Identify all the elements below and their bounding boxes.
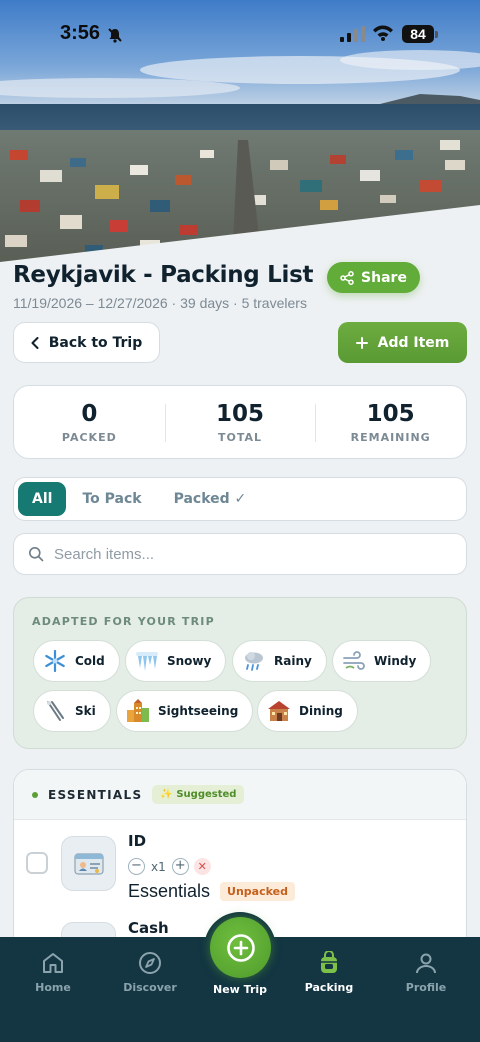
chip-label: Ski bbox=[75, 704, 96, 718]
buildings-icon bbox=[125, 698, 151, 724]
chip-label: Rainy bbox=[274, 654, 312, 668]
status-badge: Unpacked bbox=[220, 882, 295, 901]
chip-dining[interactable]: Dining bbox=[257, 690, 358, 732]
nav-home[interactable]: Home bbox=[8, 951, 98, 994]
tab-packed[interactable]: Packed ✓ bbox=[158, 482, 263, 516]
stat-value: 105 bbox=[216, 400, 265, 427]
chip-label: Windy bbox=[374, 654, 417, 668]
stat-value: 105 bbox=[366, 400, 415, 427]
status-bar: 3:56 84 bbox=[0, 0, 480, 70]
increment-button[interactable]: + bbox=[171, 858, 189, 875]
title-row: Reykjavik - Packing List bbox=[13, 262, 313, 288]
tab-to-pack[interactable]: To Pack bbox=[66, 482, 157, 516]
chip-label: Dining bbox=[299, 704, 343, 718]
category-name: ESSENTIALS bbox=[48, 787, 143, 802]
chip-rainy[interactable]: Rainy bbox=[232, 640, 327, 682]
quantity-stepper: − x1 + ✕ bbox=[128, 858, 211, 875]
chip-cold[interactable]: Cold bbox=[33, 640, 120, 682]
search-icon bbox=[29, 547, 44, 562]
search-bar bbox=[13, 533, 467, 575]
packing-stats: 0 PACKED 105 TOTAL 105 REMAINING bbox=[13, 385, 467, 459]
adapted-for-trip-panel: ADAPTED FOR YOUR TRIP Cold Snowy Rainy W… bbox=[13, 597, 467, 749]
status-time: 3:56 bbox=[60, 22, 101, 44]
chip-label: Cold bbox=[75, 654, 105, 668]
add-item-button[interactable]: Add Item bbox=[338, 322, 467, 363]
adapted-title: ADAPTED FOR YOUR TRIP bbox=[32, 615, 215, 628]
item-name: Cash bbox=[128, 919, 169, 937]
person-icon bbox=[416, 953, 436, 974]
home-icon bbox=[43, 953, 63, 973]
page-title: Reykjavik - Packing List bbox=[13, 262, 314, 288]
chip-sightseeing[interactable]: Sightseeing bbox=[116, 690, 254, 732]
trip-subtitle: 11/19/2026 – 12/27/2026 · 39 days · 5 tr… bbox=[13, 295, 307, 311]
stat-value: 0 bbox=[81, 400, 98, 427]
wind-icon bbox=[341, 648, 367, 674]
restaurant-icon bbox=[266, 698, 292, 724]
nav-discover[interactable]: Discover bbox=[105, 951, 195, 994]
nav-packing[interactable]: Packing bbox=[284, 951, 374, 994]
search-input[interactable] bbox=[54, 545, 466, 563]
suggested-badge: ✨ Suggested bbox=[152, 785, 245, 804]
share-icon bbox=[340, 270, 354, 285]
stat-total: 105 TOTAL bbox=[164, 386, 316, 458]
rain-cloud-icon bbox=[241, 648, 267, 674]
filter-tabs: All To Pack Packed ✓ bbox=[13, 477, 467, 521]
chip-snowy[interactable]: Snowy bbox=[125, 640, 227, 682]
stat-label: TOTAL bbox=[217, 430, 263, 444]
nav-profile[interactable]: Profile bbox=[381, 951, 471, 994]
new-trip-label: New Trip bbox=[212, 983, 268, 996]
plus-circle-icon bbox=[226, 933, 255, 962]
chevron-left-icon bbox=[31, 336, 39, 349]
item-name: ID bbox=[128, 832, 147, 850]
stat-packed: 0 PACKED bbox=[14, 386, 165, 458]
chip-windy[interactable]: Windy bbox=[332, 640, 432, 682]
battery-nub bbox=[435, 31, 438, 38]
battery-indicator: 84 bbox=[402, 25, 434, 43]
back-label: Back to Trip bbox=[48, 334, 143, 351]
remove-item-button[interactable]: ✕ bbox=[193, 858, 211, 875]
stat-label: REMAINING bbox=[350, 430, 431, 444]
item-checkbox[interactable] bbox=[26, 852, 48, 874]
nav-label: Profile bbox=[405, 981, 447, 994]
list-item: ID − x1 + ✕ Essentials Unpacked bbox=[14, 820, 466, 910]
snowflake-icon bbox=[42, 648, 68, 674]
chip-ski[interactable]: Ski bbox=[33, 690, 111, 732]
signal-icon bbox=[340, 26, 365, 42]
item-category-row: Essentials Unpacked bbox=[128, 881, 295, 902]
wifi-icon bbox=[373, 25, 393, 41]
compass-icon bbox=[139, 952, 161, 974]
back-to-trip-button[interactable]: Back to Trip bbox=[13, 322, 160, 363]
bell-off-icon bbox=[108, 28, 122, 43]
stat-remaining: 105 REMAINING bbox=[315, 386, 466, 458]
new-trip-button[interactable] bbox=[210, 917, 271, 978]
nav-label: Discover bbox=[123, 981, 177, 994]
share-button[interactable]: Share bbox=[327, 262, 420, 293]
backpack-icon bbox=[321, 951, 337, 973]
ski-icon bbox=[42, 698, 68, 724]
share-label: Share bbox=[361, 269, 407, 286]
category-dot bbox=[32, 791, 38, 798]
plus-icon bbox=[355, 336, 368, 349]
chip-label: Sightseeing bbox=[158, 704, 239, 718]
quantity-value: x1 bbox=[151, 859, 166, 874]
tab-all[interactable]: All bbox=[18, 482, 67, 516]
category-header[interactable]: ESSENTIALS ✨ Suggested bbox=[14, 770, 466, 820]
add-label: Add Item bbox=[377, 334, 450, 351]
decrement-button[interactable]: − bbox=[128, 858, 145, 875]
nav-label: Packing bbox=[304, 981, 354, 994]
item-category: Essentials bbox=[128, 881, 211, 901]
nav-label: Home bbox=[35, 981, 71, 994]
icicles-icon bbox=[134, 648, 160, 674]
id-card-icon bbox=[61, 836, 116, 891]
chip-label: Snowy bbox=[167, 654, 212, 668]
stat-label: PACKED bbox=[61, 430, 117, 444]
